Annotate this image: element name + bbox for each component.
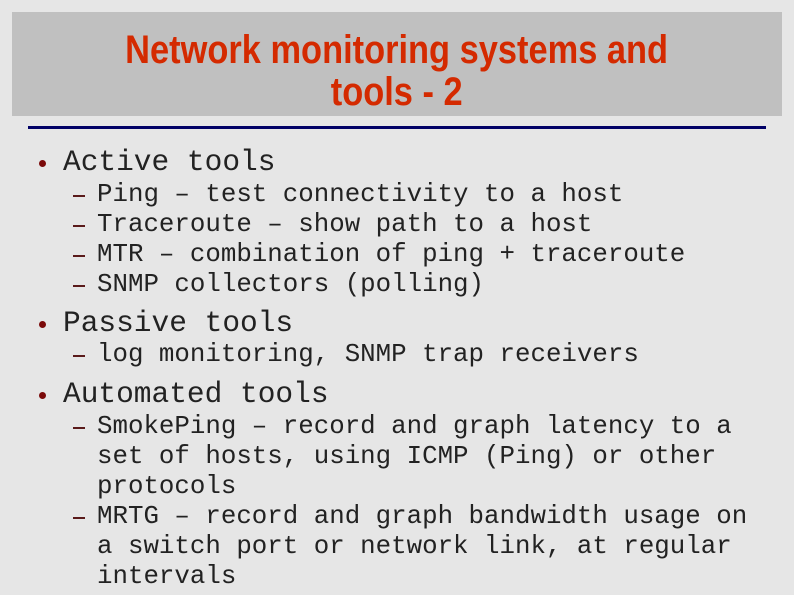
dash-icon: [73, 427, 85, 429]
list-item-snmp-collectors: SNMP collectors (polling): [97, 270, 485, 299]
list-item-traceroute: Traceroute – show path to a host: [97, 210, 593, 239]
section-heading-active-tools: Active tools: [63, 145, 276, 179]
slide-title-line-2: tools - 2: [12, 72, 782, 112]
dash-icon: [73, 195, 85, 197]
bullet-icon: [39, 160, 46, 167]
list-item-mrtg-line-3: intervals: [97, 562, 237, 591]
list-item-log-monitoring: log monitoring, SNMP trap receivers: [97, 340, 639, 369]
list-item-smokeping-line-1: SmokePing – record and graph latency to …: [97, 412, 732, 441]
bullet-icon: [39, 392, 46, 399]
dash-icon: [73, 355, 85, 357]
dash-icon: [73, 285, 85, 287]
bullet-icon: [39, 321, 46, 328]
list-item-mrtg-line-1: MRTG – record and graph bandwidth usage …: [97, 502, 748, 531]
slide-title-text-2: tools - 2: [331, 70, 463, 114]
slide-title-line-1: Network monitoring systems and: [12, 30, 782, 70]
section-heading-passive-tools: Passive tools: [63, 306, 294, 340]
slide-title-text-1: Network monitoring systems and: [125, 28, 669, 72]
title-separator: [28, 126, 766, 129]
dash-icon: [73, 255, 85, 257]
dash-icon: [73, 225, 85, 227]
list-item-mrtg-line-2: a switch port or network link, at regula…: [97, 532, 732, 561]
list-item-smokeping-line-2: set of hosts, using ICMP (Ping) or other: [97, 442, 717, 471]
dash-icon: [73, 517, 85, 519]
list-item-ping: Ping – test connectivity to a host: [97, 180, 624, 209]
section-heading-automated-tools: Automated tools: [63, 377, 329, 411]
list-item-mtr: MTR – combination of ping + traceroute: [97, 240, 686, 269]
list-item-smokeping-line-3: protocols: [97, 472, 237, 501]
title-box: Network monitoring systems and tools - 2: [12, 12, 782, 116]
